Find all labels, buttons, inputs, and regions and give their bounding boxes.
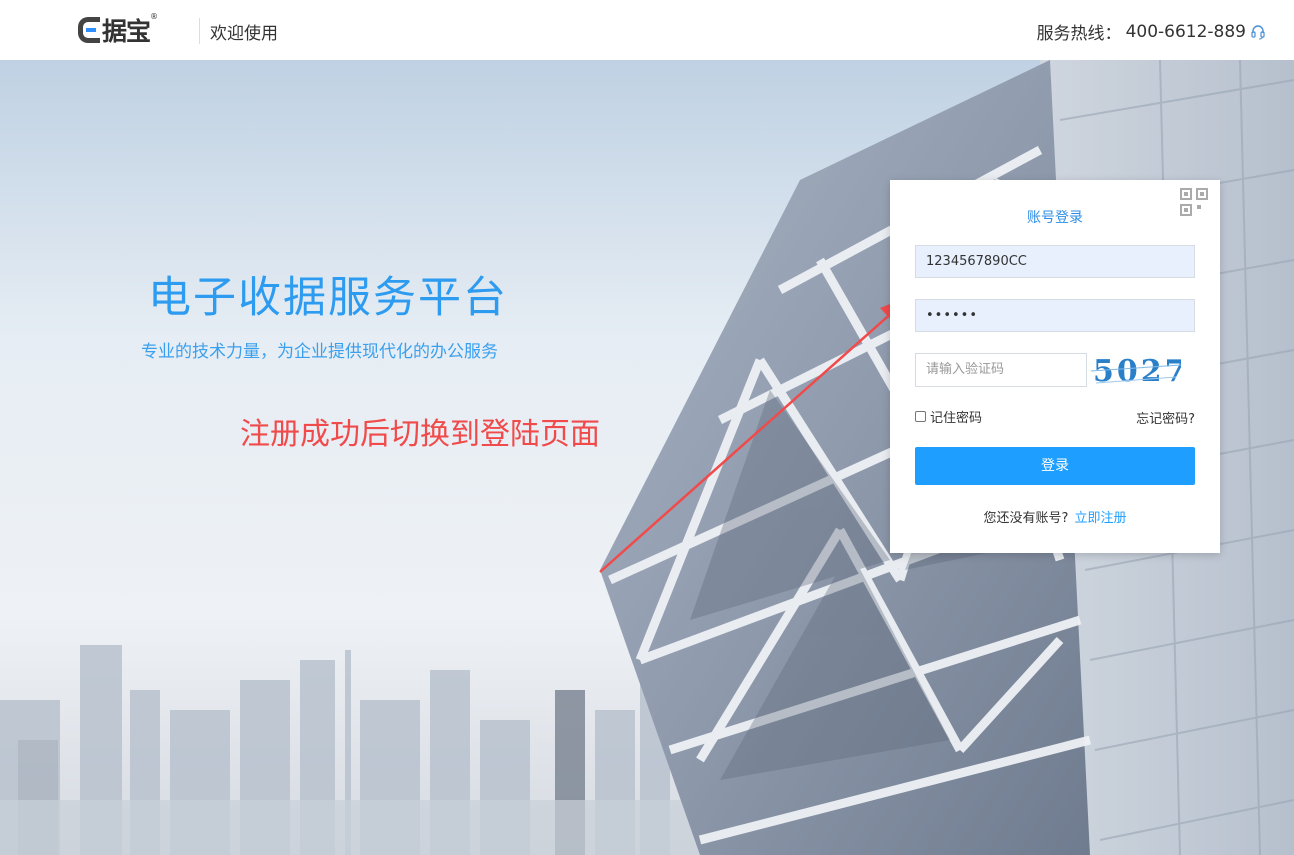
captcha-image[interactable]: 5027: [1091, 351, 1181, 389]
brand-logo[interactable]: 据宝 ®: [78, 10, 158, 50]
password-input[interactable]: ••••••: [915, 299, 1195, 332]
account-input[interactable]: 1234567890CC: [915, 245, 1195, 278]
hotline-number: 400-6612-889: [1125, 21, 1246, 42]
register-prompt: 您还没有账号? 立即注册: [890, 507, 1220, 526]
captcha-text: 5027: [1093, 354, 1181, 389]
platform-subtitle: 专业的技术力量，为企业提供现代化的办公服务: [141, 342, 498, 362]
annotation-note: 注册成功后切换到登陆页面: [240, 417, 600, 452]
top-header: 据宝 ® 欢迎使用 服务热线： 400-6612-889: [0, 0, 1294, 60]
header-divider: [199, 18, 200, 44]
welcome-text: 欢迎使用: [210, 24, 278, 44]
logo-text: 据宝: [102, 17, 151, 46]
forgot-password-link[interactable]: 忘记密码?: [1136, 408, 1195, 427]
headset-icon: [1251, 24, 1265, 40]
logo-mark-icon: [78, 17, 100, 43]
remember-label: 记住密码: [930, 411, 983, 426]
no-account-text: 您还没有账号?: [983, 511, 1069, 526]
hotline-label: 服务热线：: [1036, 24, 1122, 44]
remember-password[interactable]: 记住密码: [915, 407, 982, 426]
platform-title: 电子收据服务平台: [148, 273, 508, 323]
login-card: 账号登录 1234567890CC •••••• 请输入验证码 5027 记住密…: [890, 180, 1220, 553]
remember-checkbox[interactable]: [915, 411, 926, 422]
service-hotline: 服务热线： 400-6612-889: [1037, 19, 1266, 44]
login-button[interactable]: 登录: [915, 447, 1195, 485]
register-link[interactable]: 立即注册: [1074, 511, 1126, 526]
login-title[interactable]: 账号登录: [890, 207, 1220, 227]
registered-mark: ®: [150, 12, 159, 21]
captcha-input[interactable]: 请输入验证码: [915, 353, 1087, 387]
